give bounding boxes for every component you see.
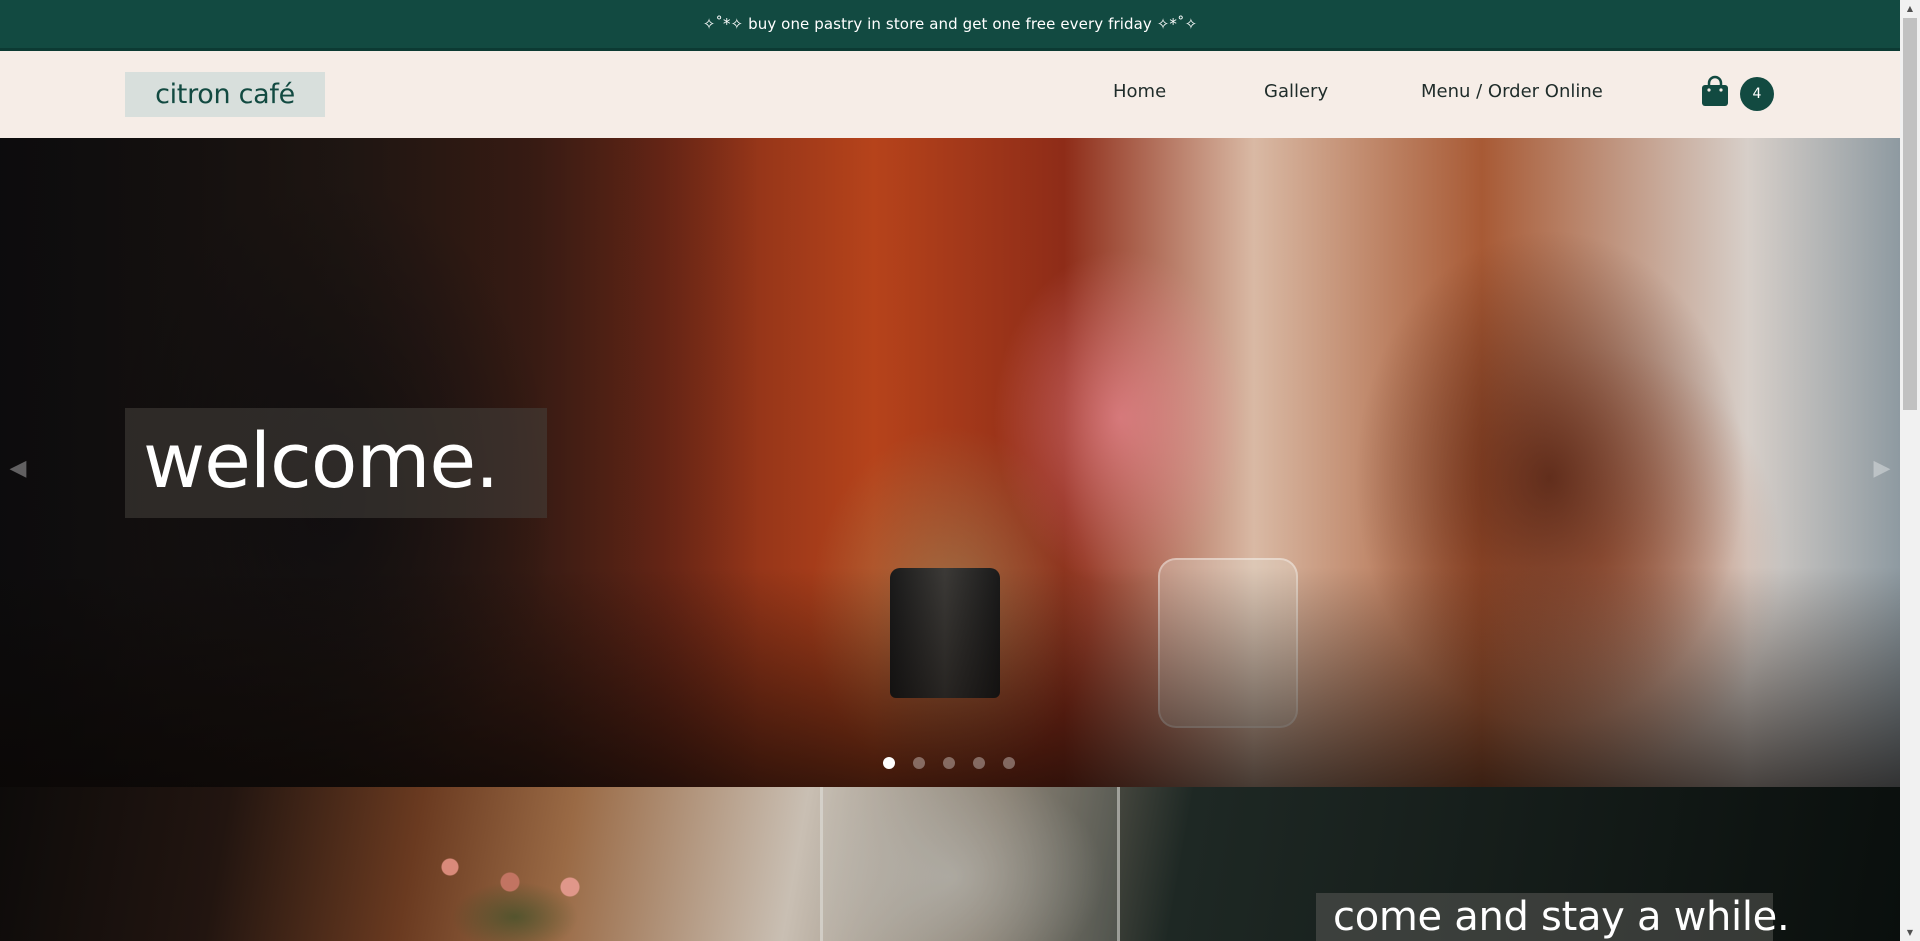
slide-dot-4[interactable] xyxy=(973,757,985,769)
announcement-bar: ✧˚*✧ buy one pastry in store and get one… xyxy=(0,0,1900,51)
slide-dot-5[interactable] xyxy=(1003,757,1015,769)
section-photo-glass xyxy=(820,787,1120,941)
site-logo[interactable]: citron café xyxy=(125,72,325,117)
cart-count-badge[interactable]: 4 xyxy=(1740,77,1774,111)
stay-headline: come and stay a while. xyxy=(1333,894,1790,940)
shopping-bag-icon[interactable] xyxy=(1700,75,1730,107)
chevron-left-icon[interactable]: ◀ xyxy=(6,453,30,483)
hero-slideshow: welcome. ◀ ▶ xyxy=(0,138,1900,787)
hero-headline: welcome. xyxy=(143,416,499,505)
nav-link-gallery[interactable]: Gallery xyxy=(1264,81,1328,102)
stay-section: come and stay a while. xyxy=(0,787,1900,941)
scroll-down-icon[interactable]: ▼ xyxy=(1900,924,1920,941)
slide-dot-1[interactable] xyxy=(883,757,895,769)
nav-link-menu-order-online[interactable]: Menu / Order Online xyxy=(1421,81,1603,102)
slide-dot-2[interactable] xyxy=(913,757,925,769)
nav-link-home[interactable]: Home xyxy=(1113,81,1166,102)
site-header: citron café Home Gallery Menu / Order On… xyxy=(0,51,1900,138)
slide-dot-3[interactable] xyxy=(943,757,955,769)
hero-shade-bottom xyxy=(0,567,1900,787)
slide-indicators xyxy=(883,757,1015,771)
section-photo-flowers xyxy=(420,847,610,941)
scroll-up-icon[interactable]: ▲ xyxy=(1900,0,1920,17)
scrollbar-thumb[interactable] xyxy=(1903,18,1917,410)
chevron-right-icon[interactable]: ▶ xyxy=(1870,453,1894,483)
announcement-text: ✧˚*✧ buy one pastry in store and get one… xyxy=(702,15,1198,33)
